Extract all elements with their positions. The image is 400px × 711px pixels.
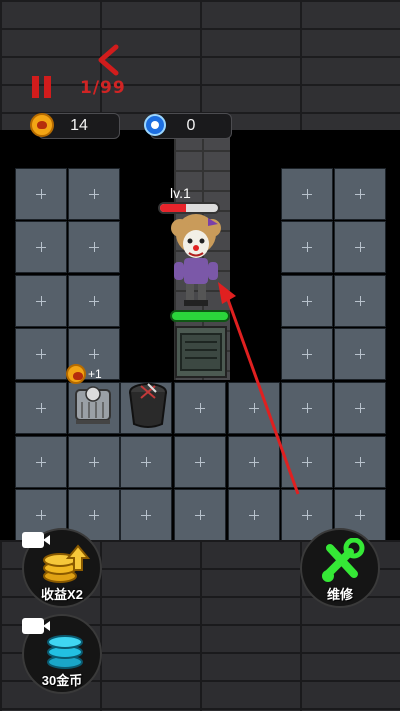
floor-tile[interactable]: [68, 436, 120, 488]
floor-tile[interactable]: [68, 275, 120, 327]
gem-count: 0: [186, 117, 196, 134]
floor-tile[interactable]: [334, 436, 386, 488]
floor-tile[interactable]: [281, 221, 333, 273]
floor-tile[interactable]: [334, 221, 386, 273]
get-30-coins-button[interactable]: 30金币: [22, 614, 102, 694]
level-progress: 1/99: [80, 78, 126, 98]
bed[interactable]: [72, 382, 114, 428]
player-level: lv.1: [170, 185, 191, 201]
bed-income-badge: +1: [66, 364, 102, 384]
floor-tile[interactable]: [334, 382, 386, 434]
floor-tile[interactable]: [120, 436, 172, 488]
floor-tile[interactable]: [334, 168, 386, 220]
income-x2-label: 收益X2: [41, 587, 83, 602]
blue-coin-stack-icon: [47, 635, 83, 669]
repair-button[interactable]: 维修: [300, 528, 380, 608]
video-ad-icon: [22, 618, 44, 634]
coin-icon: [66, 364, 86, 384]
floor-tile[interactable]: [15, 328, 67, 380]
floor-tile[interactable]: [68, 221, 120, 273]
income-x2-button[interactable]: 收益X2: [22, 528, 102, 608]
back-arrow-icon[interactable]: [94, 44, 122, 76]
floor-tile[interactable]: [120, 489, 172, 541]
turret-bucket[interactable]: [126, 378, 170, 430]
get-30-coins-label: 30金币: [41, 673, 83, 688]
repair-label: 维修: [326, 587, 353, 602]
floor-tile[interactable]: [281, 168, 333, 220]
tutorial-arrow: [218, 282, 300, 495]
gem-icon: [144, 114, 166, 136]
floor-tile[interactable]: [15, 168, 67, 220]
floor-tile[interactable]: [15, 275, 67, 327]
coin-count: 14: [70, 117, 88, 134]
wrench-icon: [322, 538, 365, 582]
pause-button[interactable]: [32, 76, 54, 98]
gold-stack-icon: [43, 544, 90, 583]
floor-tile[interactable]: [15, 382, 67, 434]
floor-tile[interactable]: [68, 168, 120, 220]
floor-tile[interactable]: [334, 275, 386, 327]
floor-tile[interactable]: [334, 328, 386, 380]
bed-income-label: +1: [88, 367, 102, 381]
floor-tile[interactable]: [15, 221, 67, 273]
floor-tile[interactable]: [15, 436, 67, 488]
coin-icon: [30, 113, 54, 137]
